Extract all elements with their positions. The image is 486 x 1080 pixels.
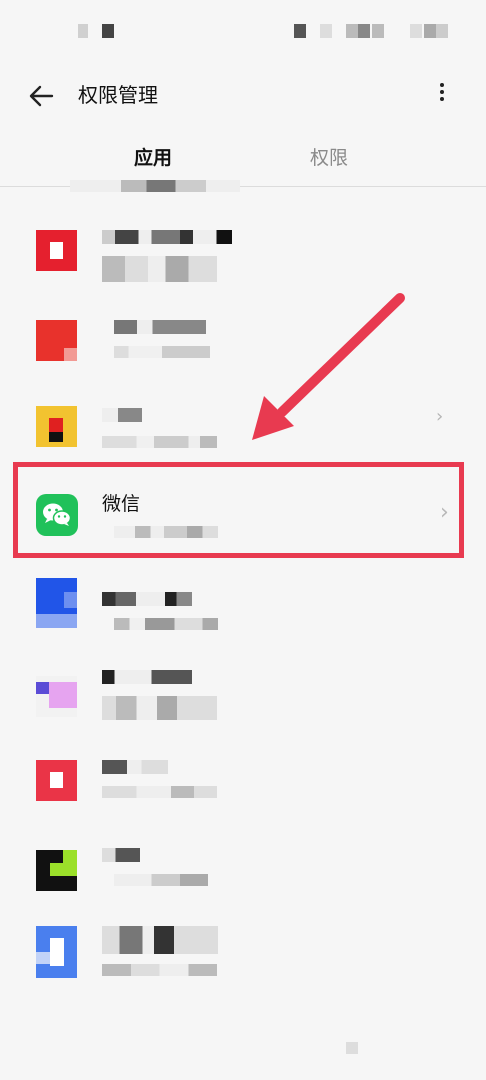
redacted-app-name bbox=[102, 230, 232, 244]
status-icons-left bbox=[78, 24, 88, 38]
app-icon bbox=[36, 230, 77, 271]
status-icons-right bbox=[436, 24, 448, 38]
status-icons-right bbox=[410, 24, 422, 38]
app-header: 权限管理 bbox=[0, 62, 486, 130]
chevron-right-icon: › bbox=[440, 500, 449, 525]
app-icon bbox=[36, 320, 77, 361]
chevron-right-icon: › bbox=[436, 406, 444, 427]
status-icons-right bbox=[346, 24, 358, 38]
list-item[interactable] bbox=[0, 662, 486, 750]
status-icons-right bbox=[424, 24, 436, 38]
redacted-app-desc bbox=[114, 618, 218, 630]
list-item[interactable] bbox=[0, 752, 486, 840]
page-title: 权限管理 bbox=[78, 83, 158, 107]
wechat-icon bbox=[36, 494, 78, 536]
redacted-text bbox=[70, 180, 240, 192]
status-icons-left bbox=[102, 24, 114, 38]
app-icon bbox=[36, 406, 77, 447]
redacted-app-name bbox=[102, 670, 192, 684]
redacted-app-desc bbox=[114, 346, 210, 358]
list-item[interactable] bbox=[0, 572, 486, 660]
status-bar bbox=[0, 0, 486, 62]
list-item[interactable] bbox=[0, 924, 486, 1012]
list-item[interactable] bbox=[0, 840, 486, 928]
app-icon bbox=[36, 926, 77, 978]
redacted-app-desc bbox=[102, 696, 217, 720]
app-icon bbox=[36, 850, 77, 891]
status-icons-right bbox=[372, 24, 384, 38]
redacted-app-desc bbox=[102, 786, 217, 798]
redacted-app-name bbox=[102, 848, 140, 862]
redacted-pixel bbox=[346, 1042, 358, 1054]
redacted-app-desc bbox=[114, 526, 218, 538]
redacted-app-name bbox=[102, 760, 168, 774]
tab-permissions[interactable]: 权限 bbox=[310, 144, 348, 172]
list-item[interactable] bbox=[0, 312, 486, 400]
list-item-wechat[interactable]: 微信 › bbox=[0, 470, 486, 562]
app-icon bbox=[36, 578, 77, 628]
app-icon bbox=[36, 676, 77, 717]
app-name: 微信 bbox=[102, 493, 141, 515]
arrow-left-icon[interactable] bbox=[26, 82, 58, 110]
list-item[interactable] bbox=[0, 222, 486, 310]
redacted-app-name bbox=[102, 592, 192, 606]
status-icons-right bbox=[320, 24, 332, 38]
tab-bar: 应用 权限 bbox=[0, 130, 486, 187]
redacted-app-desc bbox=[102, 436, 217, 448]
redacted-app-desc bbox=[102, 964, 217, 976]
status-icons-right bbox=[358, 24, 370, 38]
redacted-app-desc bbox=[114, 874, 208, 886]
app-icon bbox=[36, 760, 77, 801]
status-icons-right bbox=[294, 24, 306, 38]
tab-apps[interactable]: 应用 bbox=[134, 144, 172, 172]
more-vertical-icon[interactable] bbox=[430, 80, 454, 112]
redacted-app-desc bbox=[102, 256, 217, 282]
redacted-app-name bbox=[102, 408, 142, 422]
redacted-app-name bbox=[102, 926, 218, 954]
redacted-app-name bbox=[114, 320, 206, 334]
